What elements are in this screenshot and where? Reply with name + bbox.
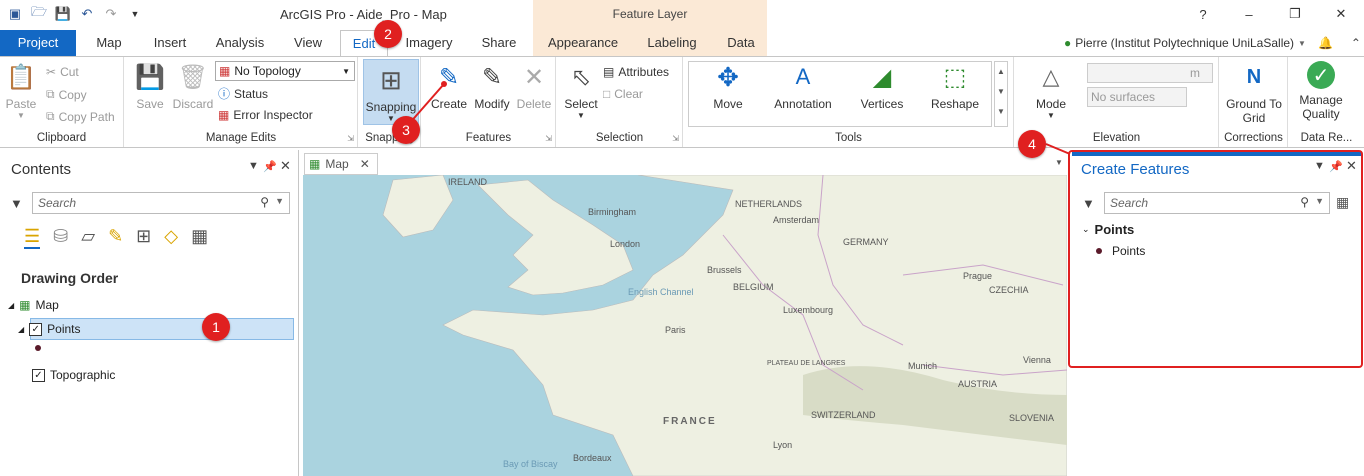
annotation-lines (407, 81, 1071, 155)
annotation-badge-4: 4 (1018, 130, 1046, 158)
annotation-badge-3: 3 (392, 116, 420, 144)
annotation-badge-1: 1 (202, 313, 230, 341)
annotation-badge-2: 2 (374, 20, 402, 48)
